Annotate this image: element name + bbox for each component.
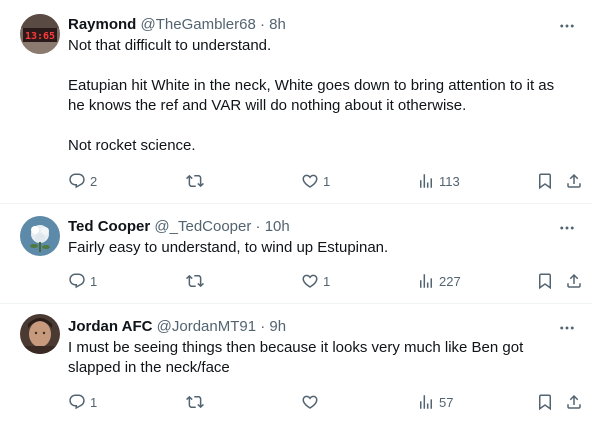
bookmark-icon (536, 172, 554, 190)
separator-dot: · (259, 16, 265, 33)
avatar[interactable]: 13:65 (20, 14, 60, 54)
like-button[interactable]: 1 (301, 271, 330, 291)
user-handle[interactable]: @_TedCooper (154, 218, 251, 235)
share-button[interactable] (565, 171, 583, 191)
views-button[interactable]: 113 (417, 171, 460, 191)
retweet-button[interactable] (186, 171, 208, 191)
tweet-header: Ted Cooper @_TedCooper · 10h (68, 218, 552, 236)
tweet-header: Jordan AFC @JordanMT91 · 9h (68, 318, 552, 336)
views-count: 227 (439, 273, 461, 289)
user-handle[interactable]: @JordanMT91 (157, 318, 256, 335)
separator-dot: · (260, 318, 266, 335)
share-icon (565, 272, 583, 290)
tweet-text: Fairly easy to understand, to wind up Es… (68, 238, 572, 258)
avatar[interactable] (20, 314, 60, 354)
retweet-icon (186, 272, 204, 290)
reply-button[interactable]: 2 (68, 171, 97, 191)
reply-icon (68, 393, 86, 411)
tweet-text: Not that difficult to understand. Eatupi… (68, 36, 572, 156)
timestamp[interactable]: 8h (269, 16, 286, 33)
action-bar: 2 1 113 (68, 171, 582, 191)
tweet-text: I must be seeing things then because it … (68, 338, 572, 378)
like-button[interactable]: 1 (301, 171, 330, 191)
tweet-header: Raymond @TheGambler68 · 8h (68, 16, 552, 34)
more-icon[interactable] (558, 319, 576, 337)
bookmark-icon (536, 393, 554, 411)
tweet[interactable]: Jordan AFC @JordanMT91 · 9h I must be se… (0, 304, 592, 429)
tweet-paragraph: Fairly easy to understand, to wind up Es… (68, 239, 389, 256)
views-button[interactable]: 57 (417, 392, 453, 412)
like-count: 1 (323, 173, 331, 189)
reply-button[interactable]: 1 (68, 271, 97, 291)
like-button[interactable] (301, 392, 323, 412)
tweet-paragraph: I must be seeing things then because it … (68, 339, 524, 376)
timestamp[interactable]: 9h (269, 318, 286, 335)
views-count: 113 (439, 173, 460, 189)
share-button[interactable] (565, 271, 583, 291)
views-button[interactable]: 227 (417, 271, 461, 291)
bookmark-button[interactable] (536, 392, 554, 412)
avatar[interactable] (20, 216, 60, 256)
retweet-button[interactable] (186, 271, 208, 291)
views-icon (417, 172, 435, 190)
more-icon[interactable] (558, 219, 576, 237)
share-button[interactable] (565, 392, 583, 412)
like-icon (301, 272, 319, 290)
action-bar: 1 57 (68, 392, 582, 412)
reply-button[interactable]: 1 (68, 392, 97, 412)
tweet[interactable]: Ted Cooper @_TedCooper · 10h Fairly easy… (0, 204, 592, 304)
user-handle[interactable]: @TheGambler68 (141, 16, 256, 33)
reply-icon (68, 272, 86, 290)
reply-icon (68, 172, 86, 190)
tweet-paragraph (68, 116, 572, 136)
views-icon (417, 272, 435, 290)
bookmark-button[interactable] (536, 171, 554, 191)
reply-count: 1 (90, 273, 98, 289)
reply-count: 2 (90, 173, 98, 189)
bookmark-button[interactable] (536, 271, 554, 291)
tweet[interactable]: 13:65 Raymond @TheGambler68 · 8h Not tha… (0, 0, 592, 204)
timestamp[interactable]: 10h (265, 218, 290, 235)
bookmark-icon (536, 272, 554, 290)
reply-count: 1 (90, 394, 98, 410)
avatar-sign-text: 13:65 (25, 31, 55, 42)
tweet-paragraph: Eatupian hit White in the neck, White go… (68, 77, 555, 114)
share-icon (565, 393, 583, 411)
separator-dot: · (255, 218, 261, 235)
tweet-paragraph: Not rocket science. (68, 137, 196, 154)
display-name[interactable]: Jordan AFC (68, 318, 152, 335)
share-icon (565, 172, 583, 190)
retweet-button[interactable] (186, 392, 208, 412)
like-count: 1 (323, 273, 331, 289)
views-icon (417, 393, 435, 411)
more-icon[interactable] (558, 17, 576, 35)
retweet-icon (186, 172, 204, 190)
like-icon (301, 172, 319, 190)
display-name[interactable]: Ted Cooper (68, 218, 150, 235)
views-count: 57 (439, 394, 454, 410)
tweet-paragraph: Not that difficult to understand. (68, 37, 272, 54)
like-icon (301, 393, 319, 411)
display-name[interactable]: Raymond (68, 16, 136, 33)
tweet-paragraph (68, 56, 572, 76)
action-bar: 1 1 227 (68, 271, 582, 291)
retweet-icon (186, 393, 204, 411)
